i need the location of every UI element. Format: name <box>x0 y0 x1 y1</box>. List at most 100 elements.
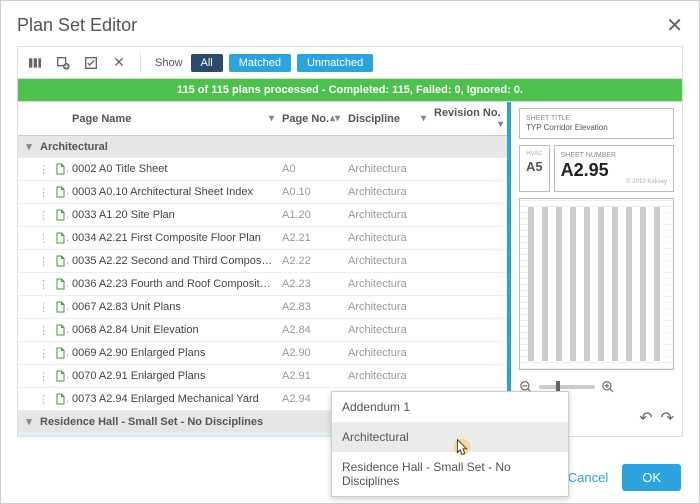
add-icon[interactable] <box>52 52 74 74</box>
filter-unmatched-button[interactable]: Unmatched <box>297 54 373 72</box>
dropdown-item[interactable]: Architectural <box>332 422 568 452</box>
adjacent-sheet: HVAC A5 <box>519 145 550 192</box>
page-name-cell: 0067 A2.83 Unit Plans <box>68 296 278 319</box>
document-icon <box>54 163 66 175</box>
page-no-cell: A0.10 <box>278 181 344 204</box>
document-icon <box>54 278 66 290</box>
redo-icon[interactable]: ↷ <box>661 408 674 428</box>
close-icon[interactable]: ✕ <box>666 16 683 36</box>
page-no-cell: A2.23 <box>278 273 344 296</box>
table-row[interactable]: ⋮⋮0069 A2.90 Enlarged PlansA2.90Architec… <box>18 342 507 365</box>
drag-handle-icon[interactable]: ⋮⋮ <box>38 209 50 222</box>
drag-handle-icon[interactable]: ⋮⋮ <box>38 370 50 383</box>
document-icon <box>54 209 66 221</box>
toolbar-divider <box>140 53 141 73</box>
sheet-title-label: SHEET TITLE <box>526 114 667 123</box>
page-name-cell: 0002 A0 Title Sheet <box>68 158 278 181</box>
preview-panel: SHEET TITLE TYP Corridor Elevation HVAC … <box>507 102 682 436</box>
page-no-cell: A1.20 <box>278 204 344 227</box>
drag-handle-icon[interactable]: ⋮⋮ <box>38 301 50 314</box>
discipline-cell: Architectura <box>348 255 407 267</box>
document-icon <box>54 255 66 267</box>
table-row[interactable]: ⋮⋮ 0034 A2.21 First Composite Floor PlanA… <box>18 227 507 250</box>
header-row: Page Name▾ Page No.▴▾ Discipline▾ Revisi… <box>18 102 507 136</box>
discipline-cell: Architectura <box>348 324 407 336</box>
page-name-cell: 0036 A2.23 Fourth and Roof Composite Flo… <box>68 273 278 296</box>
document-icon <box>54 347 66 359</box>
drag-handle-icon[interactable]: ⋮⋮ <box>38 255 50 268</box>
page-no-cell: A2.91 <box>278 365 344 388</box>
discipline-cell: Architectura <box>348 370 407 382</box>
filter-icon[interactable]: ▾ <box>269 113 274 124</box>
mouse-cursor-icon <box>451 436 473 463</box>
discipline-cell: Architectura <box>348 186 407 198</box>
approve-icon[interactable] <box>80 52 102 74</box>
zoom-slider[interactable] <box>539 385 595 389</box>
table-row[interactable]: ⋮⋮ 0002 A0 Title SheetA0 Architectura <box>18 158 507 181</box>
zoom-in-icon[interactable] <box>601 380 615 394</box>
discipline-cell: Architectura <box>348 301 407 313</box>
collapse-icon[interactable]: ▾ <box>24 140 34 153</box>
drag-handle-icon[interactable]: ⋮⋮ <box>38 347 50 360</box>
page-no-cell: A0 <box>278 158 344 181</box>
sheet-thumbnail[interactable] <box>519 198 674 370</box>
page-name-cell: 0074 A2.95 Typical Corridor Elevation <box>68 433 278 437</box>
status-bar: 115 of 115 plans processed - Completed: … <box>17 78 683 101</box>
sheet-number: A2.95 <box>561 161 667 179</box>
group-row[interactable]: ▾Architectural <box>18 136 507 158</box>
drag-handle-icon[interactable]: ⋮⋮ <box>38 232 50 245</box>
col-page-no[interactable]: Page No.▴▾ <box>278 102 344 136</box>
discipline-dropdown[interactable]: Addendum 1ArchitecturalResidence Hall - … <box>331 391 569 497</box>
filter-all-button[interactable]: All <box>191 54 223 72</box>
swap-columns-icon[interactable] <box>24 52 46 74</box>
cancel-button[interactable]: Cancel <box>568 470 608 485</box>
filter-matched-button[interactable]: Matched <box>229 54 291 72</box>
table-row[interactable]: ⋮⋮ 0036 A2.23 Fourth and Roof Composite F… <box>18 273 507 296</box>
page-name-cell: 0073 A2.94 Enlarged Mechanical Yard <box>68 388 278 411</box>
table-row[interactable]: ⋮⋮0067 A2.83 Unit PlansA2.83Architectura <box>18 296 507 319</box>
sort-icon[interactable]: ▴▾ <box>330 113 340 124</box>
grid-area[interactable]: Page Name▾ Page No.▴▾ Discipline▾ Revisi… <box>18 102 507 436</box>
show-label: Show <box>155 57 183 69</box>
discipline-cell: Architectura <box>348 163 407 175</box>
filter-icon[interactable]: ▾ <box>498 119 503 130</box>
dropdown-item[interactable]: Residence Hall - Small Set - No Discipli… <box>332 452 568 496</box>
table-row[interactable]: ⋮⋮ 0003 A0.10 Architectural Sheet IndexA0… <box>18 181 507 204</box>
plan-set-editor-dialog: Plan Set Editor ✕ ✕ Show All Matched Unm… <box>0 0 700 504</box>
page-no-cell: A2.21 <box>278 227 344 250</box>
page-name-cell: 0069 A2.90 Enlarged Plans <box>68 342 278 365</box>
discipline-cell: Architectura <box>348 347 407 359</box>
table-row[interactable]: ⋮⋮0035 A2.22 Second and Third Composite … <box>18 250 507 273</box>
copyright: © 2010 Kirksey <box>561 179 667 187</box>
col-discipline[interactable]: Discipline▾ <box>344 102 430 136</box>
sheet-title-box: SHEET TITLE TYP Corridor Elevation <box>519 108 674 139</box>
col-revision[interactable]: Revision No.▾ <box>430 102 507 136</box>
undo-icon[interactable]: ↶ <box>639 408 652 428</box>
dropdown-item[interactable]: Addendum 1 <box>332 392 568 422</box>
drag-handle-icon[interactable]: ⋮⋮ <box>38 186 50 199</box>
discipline-cell: Architectura <box>348 209 407 221</box>
page-no-cell: A2.22 <box>278 250 344 273</box>
page-name-cell: 0003 A0.10 Architectural Sheet Index <box>68 181 278 204</box>
table-row[interactable]: ⋮⋮ 0033 A1.20 Site PlanA1.20 Architectura <box>18 204 507 227</box>
drag-handle-icon[interactable]: ⋮⋮ <box>38 393 50 406</box>
page-name-cell: 0034 A2.21 First Composite Floor Plan <box>68 227 278 250</box>
document-icon <box>54 370 66 382</box>
page-name-cell: 0033 A1.20 Site Plan <box>68 204 278 227</box>
discipline-cell: Architectura <box>348 278 407 290</box>
table-row[interactable]: ⋮⋮0070 A2.91 Enlarged PlansA2.91Architec… <box>18 365 507 388</box>
drag-handle-icon[interactable]: ⋮⋮ <box>38 163 50 176</box>
collapse-icon[interactable]: ▾ <box>24 415 34 428</box>
document-icon <box>54 301 66 313</box>
document-icon <box>54 186 66 198</box>
table-row[interactable]: ⋮⋮0068 A2.84 Unit ElevationA2.84Architec… <box>18 319 507 342</box>
col-page-name[interactable]: Page Name▾ <box>68 102 278 136</box>
drag-handle-icon[interactable]: ⋮⋮ <box>38 278 50 291</box>
page-name-cell: 0068 A2.84 Unit Elevation <box>68 319 278 342</box>
document-icon <box>54 324 66 336</box>
drag-handle-icon[interactable]: ⋮⋮ <box>38 324 50 337</box>
ok-button[interactable]: OK <box>622 464 681 491</box>
dialog-header: Plan Set Editor ✕ <box>17 15 683 46</box>
clear-icon[interactable]: ✕ <box>108 52 130 74</box>
filter-icon[interactable]: ▾ <box>421 113 426 124</box>
